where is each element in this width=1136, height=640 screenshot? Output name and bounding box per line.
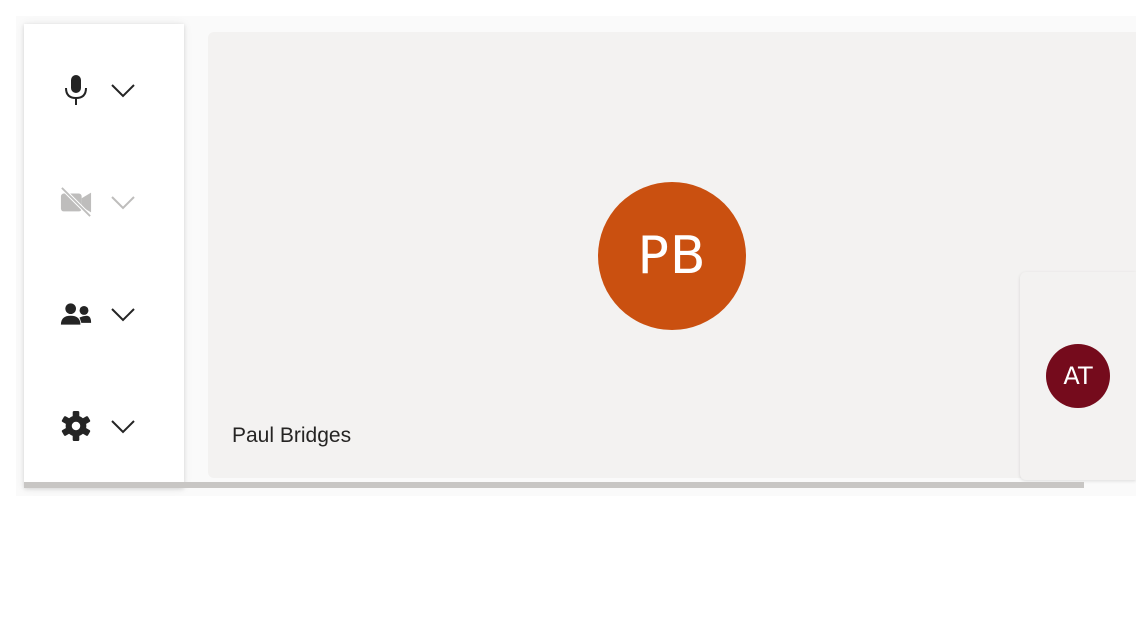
microphone-control[interactable]: [24, 34, 184, 146]
camera-off-icon[interactable]: [60, 186, 92, 218]
camera-options-chevron-down-icon[interactable]: [110, 189, 136, 215]
microphone-icon[interactable]: [60, 74, 92, 106]
participant-avatar-main: PB: [598, 182, 746, 330]
people-icon[interactable]: [60, 298, 92, 330]
people-control[interactable]: [24, 258, 184, 370]
call-controls-panel: [24, 24, 184, 488]
settings-options-chevron-down-icon[interactable]: [110, 413, 136, 439]
horizontal-scrollbar[interactable]: [24, 482, 1084, 488]
settings-control[interactable]: [24, 370, 184, 482]
microphone-options-chevron-down-icon[interactable]: [110, 77, 136, 103]
camera-control[interactable]: [24, 146, 184, 258]
people-options-chevron-down-icon[interactable]: [110, 301, 136, 327]
participant-name-label: Paul Bridges: [232, 424, 352, 447]
participant-avatar-side: AT: [1046, 344, 1110, 408]
gear-icon[interactable]: [60, 410, 92, 442]
